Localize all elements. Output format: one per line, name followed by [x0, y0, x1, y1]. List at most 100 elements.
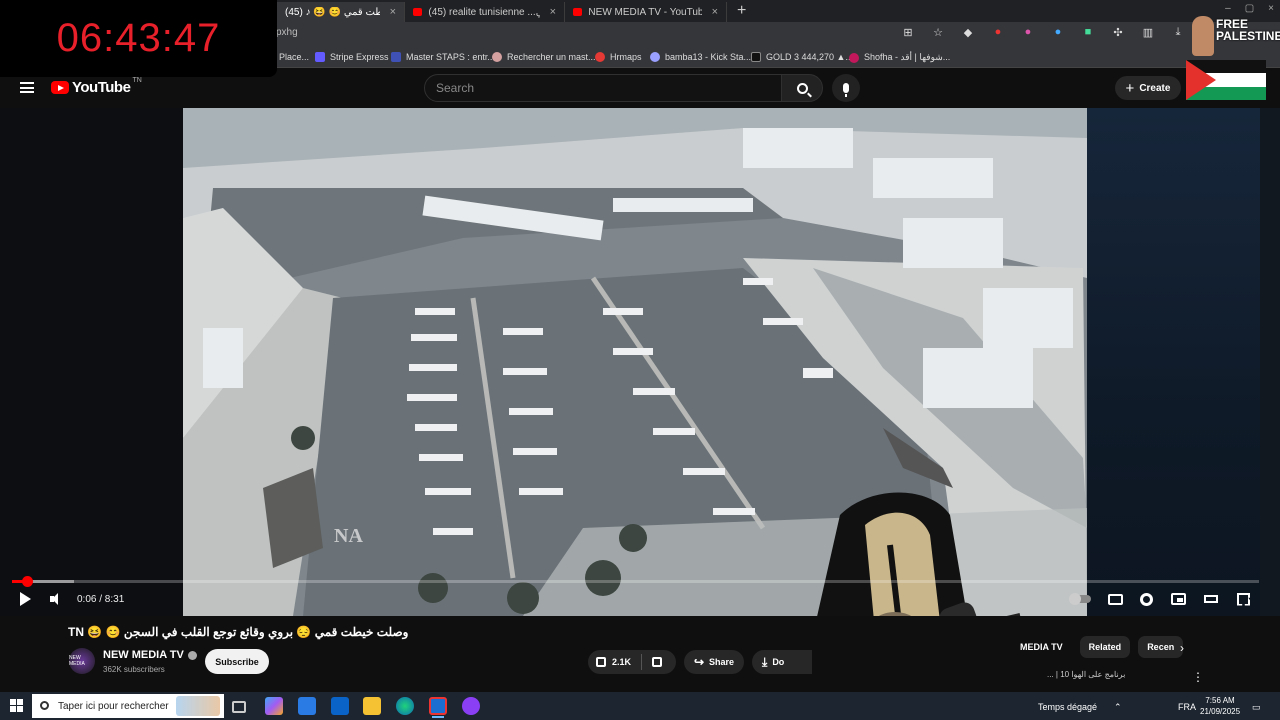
close-icon[interactable]: × — [390, 6, 396, 18]
video-title: TN 😆 😊 وصلت خيطت قمي 😔 بروي وقائع توجع ا… — [68, 625, 409, 639]
search-button[interactable] — [781, 74, 823, 102]
menu-icon[interactable] — [20, 82, 34, 93]
close-icon[interactable]: × — [550, 6, 556, 18]
seek-bar[interactable] — [12, 576, 1259, 587]
miniplayer-button[interactable] — [1171, 591, 1186, 607]
close-icon[interactable]: × — [712, 6, 718, 18]
download-icon[interactable]: ⤓ — [1170, 26, 1186, 39]
region-code: TN — [132, 77, 142, 84]
subtitles-button[interactable] — [1108, 591, 1123, 607]
youtube-favicon-icon — [573, 8, 583, 16]
bookmark-item[interactable]: Master STAPS : entr... — [391, 52, 495, 62]
bookmark-item[interactable]: Stripe Express — [315, 52, 389, 62]
bookmark-item[interactable]: Place... — [279, 52, 309, 62]
create-button[interactable]: + Create — [1115, 76, 1181, 100]
search-input[interactable] — [425, 75, 781, 101]
share-icon: ↪ — [693, 655, 705, 669]
chip-related[interactable]: Related — [1079, 636, 1131, 658]
fullscreen-icon — [1237, 592, 1250, 606]
puzzle-icon[interactable]: ✣ — [1110, 26, 1126, 39]
tab-3[interactable]: NEW MEDIA TV - YouTube × — [565, 2, 727, 22]
time-display: 0:06 / 8:31 — [77, 593, 125, 605]
snipping-icon[interactable] — [429, 697, 447, 715]
bookmark-item[interactable]: Rechercher un mast... — [492, 52, 596, 62]
play-button[interactable] — [20, 591, 31, 607]
extension-icon[interactable]: ● — [1050, 26, 1066, 39]
edge-icon[interactable] — [396, 697, 414, 715]
voice-search-button[interactable] — [832, 74, 860, 102]
extension-icon[interactable]: ◆ — [960, 26, 976, 39]
file-explorer-icon[interactable] — [363, 697, 381, 715]
extensions-bar: ⊞ ☆ ◆ ● ● ● ■ ✣ ▥ ⤓ — [900, 26, 1186, 39]
channel-watermark: NA — [334, 525, 363, 547]
system-clock[interactable]: 7:56 AM 21/09/2025 — [1200, 695, 1240, 717]
bookmark-item[interactable]: GOLD 3 444,270 ▲... — [751, 52, 853, 62]
install-app-icon[interactable]: ⊞ — [900, 26, 916, 39]
fullscreen-button[interactable] — [1237, 591, 1250, 607]
tab-1[interactable]: (45) ♪ 😆 😊 وصلت خيطت قمي × — [277, 2, 405, 22]
weather-status[interactable]: Temps dégagé — [1038, 702, 1097, 712]
autoplay-icon — [1069, 593, 1091, 605]
app-icon[interactable] — [462, 697, 480, 715]
video-letterbox — [1087, 108, 1260, 616]
extension-icon[interactable]: ● — [1020, 26, 1036, 39]
tab-2[interactable]: (45) realite tunisienne ...ي التونسي × — [405, 2, 565, 22]
bookmark-favicon-icon — [595, 52, 605, 62]
windows-start-icon[interactable] — [10, 699, 23, 712]
theater-button[interactable] — [1204, 591, 1218, 607]
sidepanel-icon[interactable]: ▥ — [1140, 26, 1156, 39]
autoplay-toggle[interactable] — [1069, 591, 1091, 607]
task-view-icon[interactable] — [232, 701, 246, 713]
chevron-right-icon[interactable]: › — [1180, 641, 1184, 655]
bookmark-favicon-icon — [751, 52, 761, 62]
download-button[interactable]: ⤓ Do — [752, 650, 812, 674]
notification-icon[interactable]: ▭ — [1252, 702, 1261, 713]
seek-handle[interactable] — [21, 576, 33, 587]
bookmark-item[interactable]: bamba13 - Kick Sta... — [650, 52, 751, 62]
bookmark-favicon-icon — [492, 52, 502, 62]
bookmark-star-icon[interactable]: ☆ — [930, 26, 946, 39]
taskbar-search[interactable]: Taper ici pour rechercher — [32, 694, 224, 718]
youtube-play-icon — [51, 81, 69, 94]
channel-avatar[interactable]: NEW MEDIA — [69, 648, 95, 674]
chevron-up-icon[interactable]: ⌃ — [1114, 702, 1122, 713]
search-icon — [40, 701, 49, 710]
plus-icon: + — [1125, 79, 1135, 97]
store-icon[interactable] — [298, 697, 316, 715]
like-button[interactable]: 2.1K — [588, 654, 643, 670]
related-chips: MEDIA TV Related Recen — [1020, 636, 1184, 658]
stream-clock: 06:43:47 — [0, 0, 277, 77]
bookmark-favicon-icon — [391, 52, 401, 62]
gear-icon — [1140, 592, 1153, 606]
thumbs-down-icon — [652, 657, 663, 667]
share-button[interactable]: ↪ Share — [684, 650, 744, 674]
url-text[interactable]: pxhg — [276, 27, 298, 38]
play-icon — [20, 592, 31, 606]
dislike-button[interactable] — [642, 657, 668, 667]
chip-recent[interactable]: Recen — [1138, 636, 1184, 658]
subscribe-button[interactable]: Subscribe — [205, 649, 269, 674]
badge-text: FREE PALESTINE — [1216, 17, 1280, 43]
extension-icon[interactable]: ● — [990, 26, 1006, 39]
more-options-icon[interactable]: ⋮ — [1192, 670, 1204, 684]
bookmark-item[interactable]: Hrmaps — [595, 52, 642, 62]
extension-icon[interactable]: ■ — [1080, 26, 1096, 39]
tab-label: NEW MEDIA TV - YouTube — [588, 6, 702, 18]
mute-button[interactable] — [50, 591, 64, 607]
bookmark-item[interactable]: Shofha - شوفها | أقد... — [849, 52, 950, 63]
bookmark-favicon-icon — [650, 52, 660, 62]
outlook-icon[interactable] — [331, 697, 349, 715]
subscriber-count: 362K subscribers — [103, 665, 165, 674]
copilot-icon[interactable] — [265, 697, 283, 715]
related-video-title[interactable]: برنامج على الهوا 10 | ... — [1047, 670, 1125, 679]
youtube-logo[interactable]: YouTube TN — [51, 77, 142, 96]
miniplayer-icon — [1171, 593, 1186, 605]
volume-icon — [50, 592, 64, 606]
input-language[interactable]: FRA — [1178, 702, 1196, 712]
chip-channel[interactable]: MEDIA TV — [1020, 636, 1072, 658]
channel-name[interactable]: NEW MEDIA TV — [103, 649, 197, 661]
raised-fist-icon — [1192, 16, 1214, 56]
settings-button[interactable] — [1140, 591, 1153, 607]
like-dislike-group: 2.1K — [588, 650, 676, 674]
new-tab-icon[interactable]: + — [737, 2, 746, 20]
